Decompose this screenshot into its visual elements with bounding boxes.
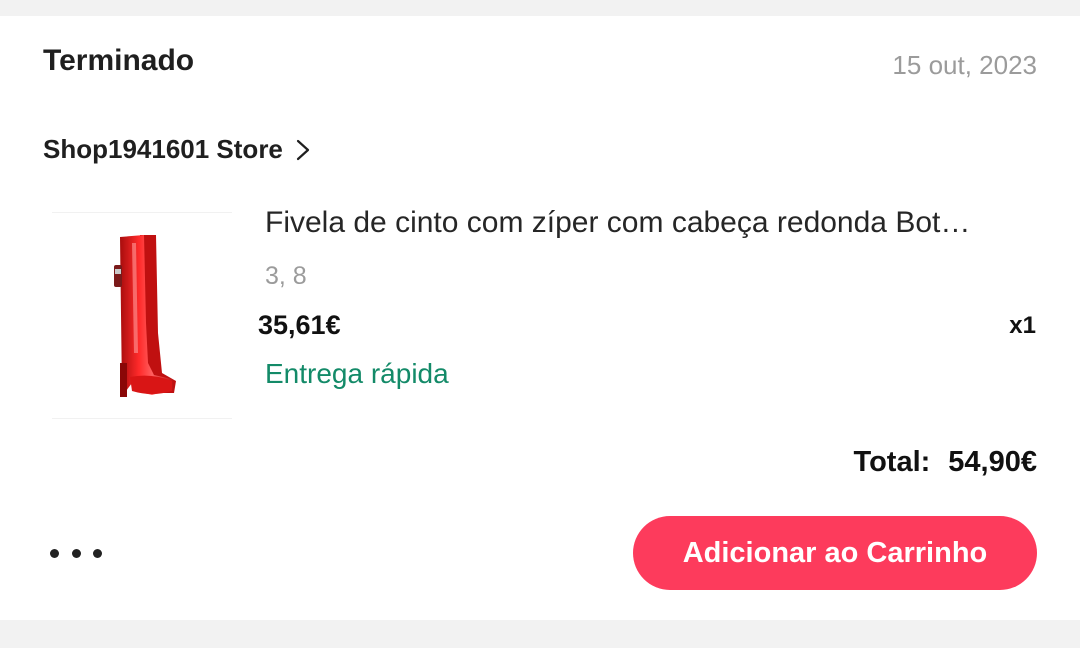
total-label: Total: — [853, 446, 931, 478]
more-horizontal-icon — [50, 548, 59, 558]
more-horizontal-icon — [93, 548, 102, 558]
product-price: 35,61€ — [258, 310, 341, 340]
order-date: 15 out, 2023 — [892, 50, 1037, 80]
store-link[interactable]: Shop1941601 Store — [43, 134, 311, 165]
product-title[interactable]: Fivela de cinto com zíper com cabeça red… — [265, 206, 1035, 240]
more-options-button[interactable] — [50, 538, 102, 568]
order-card: Terminado 15 out, 2023 Shop1941601 Store — [0, 16, 1080, 620]
product-quantity: x1 — [1009, 312, 1036, 339]
total-value: 54,90€ — [948, 446, 1037, 478]
red-boot-icon — [114, 235, 176, 397]
delivery-label: Entrega rápida — [265, 358, 449, 389]
store-name: Shop1941601 Store — [43, 134, 283, 164]
order-status: Terminado — [43, 44, 195, 77]
more-horizontal-icon — [71, 548, 81, 558]
product-variant: 3, 8 — [265, 262, 307, 290]
chevron-right-icon — [295, 138, 311, 162]
order-total: Total: 54,90€ — [854, 446, 1037, 479]
product-image[interactable] — [52, 212, 232, 419]
add-to-cart-button[interactable]: Adicionar ao Carrinho — [633, 516, 1037, 590]
